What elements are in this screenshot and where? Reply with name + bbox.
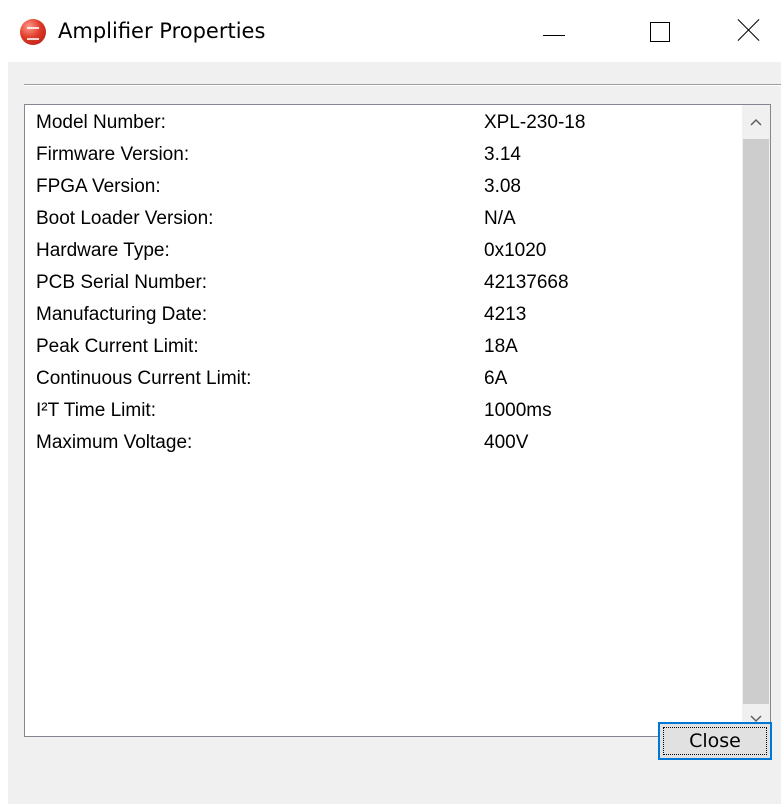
- property-label: Continuous Current Limit:: [36, 368, 252, 389]
- scroll-up-button[interactable]: [742, 105, 770, 139]
- property-row: Continuous Current Limit: 6A: [25, 363, 743, 395]
- property-label: FPGA Version:: [36, 176, 161, 197]
- property-value: 1000ms: [484, 400, 552, 421]
- property-label: Boot Loader Version:: [36, 208, 214, 229]
- property-label: Hardware Type:: [36, 240, 170, 261]
- property-value: 18A: [484, 336, 518, 357]
- property-row: Peak Current Limit: 18A: [25, 331, 743, 363]
- dialog-body: Model Number: XPL-230-18 Firmware Versio…: [8, 62, 781, 804]
- minimize-icon: [543, 35, 565, 36]
- close-button[interactable]: Close: [658, 722, 772, 760]
- maximize-button[interactable]: [620, 0, 690, 62]
- property-value: N/A: [484, 208, 516, 229]
- property-value: 4213: [484, 304, 527, 325]
- window-close-button[interactable]: [711, 0, 781, 62]
- property-row: Boot Loader Version: N/A: [25, 203, 743, 235]
- property-label: Peak Current Limit:: [36, 336, 199, 357]
- minimize-button[interactable]: [517, 0, 587, 62]
- maximize-icon: [650, 22, 670, 42]
- property-row: PCB Serial Number: 42137668: [25, 267, 743, 299]
- property-label: Manufacturing Date:: [36, 304, 208, 325]
- property-row: FPGA Version: 3.08: [25, 171, 743, 203]
- property-row: Hardware Type: 0x1020: [25, 235, 743, 267]
- separator: [24, 84, 781, 86]
- property-value: 0x1020: [484, 240, 547, 261]
- amplifier-app-icon[interactable]: [20, 19, 46, 45]
- property-value: 3.14: [484, 144, 521, 165]
- window-title: Amplifier Properties: [58, 19, 266, 43]
- property-row: I²T Time Limit: 1000ms: [25, 395, 743, 427]
- property-label: PCB Serial Number:: [36, 272, 208, 293]
- property-value: 400V: [484, 432, 529, 453]
- property-row: Firmware Version: 3.14: [25, 139, 743, 171]
- property-value: 42137668: [484, 272, 569, 293]
- vertical-scrollbar[interactable]: [742, 105, 770, 736]
- close-icon: [737, 18, 761, 42]
- property-label: I²T Time Limit:: [36, 400, 156, 421]
- title-bar[interactable]: Amplifier Properties: [0, 0, 781, 62]
- scroll-thumb[interactable]: [743, 139, 769, 704]
- property-value: 3.08: [484, 176, 521, 197]
- property-value: 6A: [484, 368, 508, 389]
- properties-list[interactable]: Model Number: XPL-230-18 Firmware Versio…: [24, 104, 771, 737]
- property-row: Maximum Voltage: 400V: [25, 427, 743, 459]
- property-label: Model Number:: [36, 112, 166, 133]
- property-label: Firmware Version:: [36, 144, 190, 165]
- property-label: Maximum Voltage:: [36, 432, 193, 453]
- property-row: Manufacturing Date: 4213: [25, 299, 743, 331]
- chevron-up-icon: [750, 118, 762, 126]
- property-row: Model Number: XPL-230-18: [25, 107, 743, 139]
- property-value: XPL-230-18: [484, 112, 586, 133]
